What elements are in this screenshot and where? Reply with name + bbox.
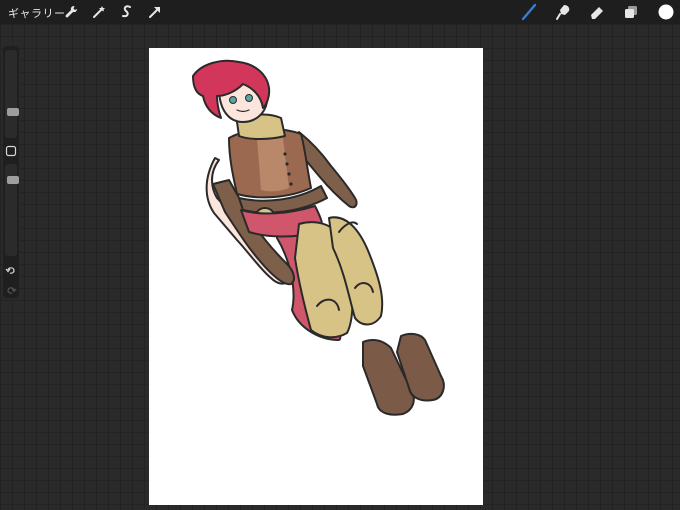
arrow-icon — [149, 7, 160, 18]
adjustments-button[interactable] — [90, 3, 108, 21]
brush-size-slider[interactable] — [5, 50, 19, 138]
smudge-icon — [556, 5, 570, 20]
layers-button[interactable] — [622, 3, 640, 21]
redo-icon — [7, 287, 17, 294]
selection-button[interactable] — [118, 3, 136, 21]
modify-button[interactable] — [5, 145, 17, 157]
actions-button[interactable] — [62, 3, 80, 21]
brush-icon — [521, 3, 537, 21]
brush-opacity-slider-thumb[interactable] — [7, 176, 19, 184]
redo-button[interactable] — [5, 284, 17, 296]
eraser-icon — [591, 7, 603, 19]
wrench-icon — [65, 5, 78, 18]
left-sidebar — [3, 46, 19, 298]
magic-wand-icon — [93, 6, 105, 18]
character-illustration — [192, 59, 445, 416]
selection-icon — [122, 5, 131, 18]
eraser-button[interactable] — [588, 3, 606, 21]
undo-button[interactable] — [5, 264, 17, 276]
drawing-canvas[interactable] — [149, 48, 483, 505]
smudge-button[interactable] — [554, 3, 572, 21]
top-toolbar: ギャラリー — [0, 0, 680, 24]
color-icon — [658, 4, 674, 20]
brush-button[interactable] — [520, 3, 538, 21]
undo-icon — [5, 267, 15, 274]
square-icon — [5, 145, 17, 157]
brush-opacity-slider[interactable] — [5, 164, 19, 256]
gallery-button[interactable]: ギャラリー — [8, 5, 66, 21]
brush-size-slider-thumb[interactable] — [7, 108, 19, 116]
color-button[interactable] — [657, 3, 675, 21]
layers-icon — [625, 6, 637, 18]
transform-button[interactable] — [146, 3, 164, 21]
